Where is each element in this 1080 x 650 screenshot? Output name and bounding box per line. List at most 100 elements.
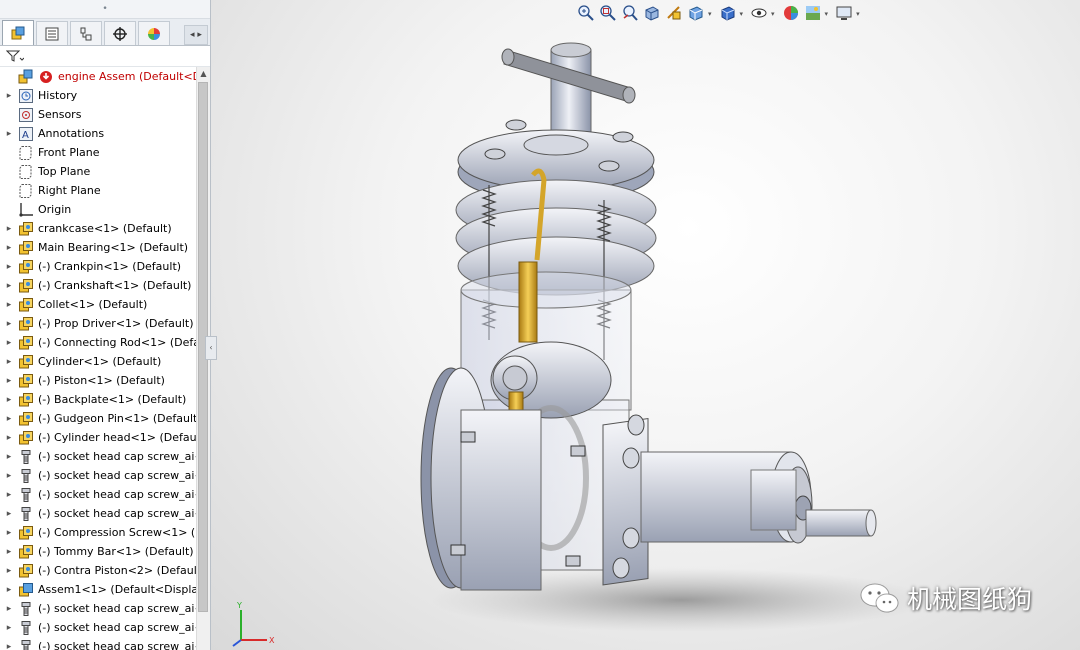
- dimxpert-tab[interactable]: [104, 21, 136, 45]
- expand-arrow-icon[interactable]: ▸: [0, 357, 18, 367]
- origin-icon: [18, 202, 34, 218]
- tree-item[interactable]: Front Plane: [0, 143, 196, 162]
- reference-triad: Y X: [232, 601, 275, 647]
- tree-item[interactable]: ▸ (-) socket head cap screw_ai<: [0, 504, 196, 523]
- expand-arrow-icon[interactable]: ▸: [0, 604, 18, 614]
- tree-item[interactable]: ▸ (-) socket head cap screw_ai<: [0, 447, 196, 466]
- screw-icon: [18, 601, 34, 617]
- tree-item[interactable]: ▸ (-) Contra Piston<2> (Default): [0, 561, 196, 580]
- expand-arrow-icon[interactable]: ▸: [0, 129, 18, 139]
- tree-item[interactable]: ▸ (-) Gudgeon Pin<1> (Default): [0, 409, 196, 428]
- configurationmanager-tab[interactable]: [70, 21, 102, 45]
- expand-arrow-icon[interactable]: ▸: [0, 414, 18, 424]
- part-icon: [18, 525, 34, 541]
- expand-arrow-icon[interactable]: ▸: [0, 528, 18, 538]
- part-icon: [18, 392, 34, 408]
- expand-arrow-icon[interactable]: ▸: [0, 623, 18, 633]
- expand-arrow-icon[interactable]: ▸: [0, 642, 18, 650]
- tree-item[interactable]: ▸ (-) Compression Screw<1> (D: [0, 523, 196, 542]
- annotations-icon: A: [18, 126, 34, 142]
- expand-arrow-icon[interactable]: ▸: [0, 338, 18, 348]
- panel-collapse-handle[interactable]: ‹: [205, 336, 217, 360]
- tab-scroll-left-button[interactable]: ◂ ▸: [184, 25, 208, 45]
- expand-arrow-icon[interactable]: ▸: [0, 300, 18, 310]
- tree-item[interactable]: ▸ History: [0, 86, 196, 105]
- panel-grip-handle[interactable]: •: [0, 0, 210, 19]
- part-icon: [18, 278, 34, 294]
- tree-item[interactable]: Origin: [0, 200, 196, 219]
- expand-arrow-icon[interactable]: ▸: [0, 91, 18, 101]
- expand-arrow-icon[interactable]: ▸: [0, 319, 18, 329]
- expand-arrow-icon[interactable]: ▸: [0, 243, 18, 253]
- tree-item[interactable]: ▸ Cylinder<1> (Default): [0, 352, 196, 371]
- screw-icon: [18, 639, 34, 650]
- rebuild-error-icon[interactable]: [38, 69, 54, 85]
- expand-arrow-icon[interactable]: ▸: [0, 262, 18, 272]
- tree-item[interactable]: ▸ (-) Tommy Bar<1> (Default): [0, 542, 196, 561]
- history-icon: [18, 88, 34, 104]
- expand-arrow-icon[interactable]: ▸: [0, 547, 18, 557]
- tree-item-label: (-) Piston<1> (Default): [38, 374, 165, 387]
- plane-icon: [18, 145, 34, 161]
- plane-icon: [18, 183, 34, 199]
- tree-item[interactable]: ▸ (-) socket head cap screw_ai<: [0, 466, 196, 485]
- tree-item[interactable]: ▸ Main Bearing<1> (Default): [0, 238, 196, 257]
- tree-item[interactable]: ▸ Collet<1> (Default): [0, 295, 196, 314]
- tree-item[interactable]: ▸ (-) Crankpin<1> (Default): [0, 257, 196, 276]
- graphics-area[interactable]: ▾ ▾ ▾ ▾ ▾ Y X 机械图纸狗: [211, 0, 1080, 650]
- expand-arrow-icon[interactable]: ▸: [0, 452, 18, 462]
- tree-item-label: (-) socket head cap screw_ai<: [38, 621, 196, 634]
- sensors-icon: [18, 107, 34, 123]
- expand-arrow-icon[interactable]: ▸: [0, 509, 18, 519]
- tree-item[interactable]: ▸ Assem1<1> (Default<Display: [0, 580, 196, 599]
- tree-item-label: (-) Connecting Rod<1> (Defau: [38, 336, 196, 349]
- displaymanager-tab[interactable]: [138, 21, 170, 45]
- tree-item[interactable]: ▸ (-) Cylinder head<1> (Default): [0, 428, 196, 447]
- screw-icon: [18, 487, 34, 503]
- tree-item[interactable]: ▸ (-) socket head cap screw_ai<: [0, 637, 196, 650]
- engine-model-render[interactable]: [211, 0, 1080, 650]
- tree-item-label: (-) socket head cap screw_ai<: [38, 507, 196, 520]
- tree-item[interactable]: ▸ (-) Backplate<1> (Default): [0, 390, 196, 409]
- tree-item[interactable]: Top Plane: [0, 162, 196, 181]
- expand-arrow-icon[interactable]: ▸: [0, 566, 18, 576]
- tree-item-label: (-) socket head cap screw_ai<: [38, 469, 196, 482]
- tree-item[interactable]: ▸ (-) Piston<1> (Default): [0, 371, 196, 390]
- tree-item-label: Annotations: [38, 127, 105, 140]
- expand-arrow-icon[interactable]: ▸: [0, 585, 18, 595]
- expand-arrow-icon[interactable]: ▸: [0, 395, 18, 405]
- tree-item[interactable]: ▸ (-) socket head cap screw_ai<: [0, 618, 196, 637]
- assembly-icon: [18, 69, 34, 85]
- tree-item[interactable]: ▸ A Annotations: [0, 124, 196, 143]
- part-icon: [18, 430, 34, 446]
- tree-item[interactable]: ▸ (-) socket head cap screw_ai<: [0, 599, 196, 618]
- expand-arrow-icon[interactable]: ▸: [0, 224, 18, 234]
- tree-root-assembly[interactable]: engine Assem (Default<Displ: [0, 67, 196, 86]
- expand-arrow-icon[interactable]: ▸: [0, 433, 18, 443]
- part-icon: [18, 411, 34, 427]
- subassembly-icon: [18, 582, 34, 598]
- filter-icon: [6, 50, 24, 62]
- propertymanager-tab[interactable]: [36, 21, 68, 45]
- screw-icon: [18, 468, 34, 484]
- tree-item[interactable]: ▸ (-) Prop Driver<1> (Default): [0, 314, 196, 333]
- tree-item-label: Top Plane: [38, 165, 91, 178]
- expand-arrow-icon[interactable]: ▸: [0, 376, 18, 386]
- tree-item-label: Origin: [38, 203, 72, 216]
- prop-driver[interactable]: [750, 469, 797, 531]
- tree-item[interactable]: Right Plane: [0, 181, 196, 200]
- part-icon: [18, 335, 34, 351]
- tree-item-label: (-) Compression Screw<1> (D: [38, 526, 196, 539]
- expand-arrow-icon[interactable]: ▸: [0, 490, 18, 500]
- tree-item[interactable]: ▸ crankcase<1> (Default): [0, 219, 196, 238]
- tree-item[interactable]: ▸ (-) socket head cap screw_ai<: [0, 485, 196, 504]
- tree-item[interactable]: ▸ (-) Crankshaft<1> (Default): [0, 276, 196, 295]
- tree-filter[interactable]: [0, 46, 210, 67]
- tree-item[interactable]: Sensors: [0, 105, 196, 124]
- expand-arrow-icon[interactable]: ▸: [0, 281, 18, 291]
- featuremanager-tab[interactable]: [2, 20, 34, 45]
- tree-item-label: (-) Tommy Bar<1> (Default): [38, 545, 194, 558]
- scroll-up-arrow-icon[interactable]: ▲: [197, 67, 210, 80]
- tree-item[interactable]: ▸ (-) Connecting Rod<1> (Defau: [0, 333, 196, 352]
- expand-arrow-icon[interactable]: ▸: [0, 471, 18, 481]
